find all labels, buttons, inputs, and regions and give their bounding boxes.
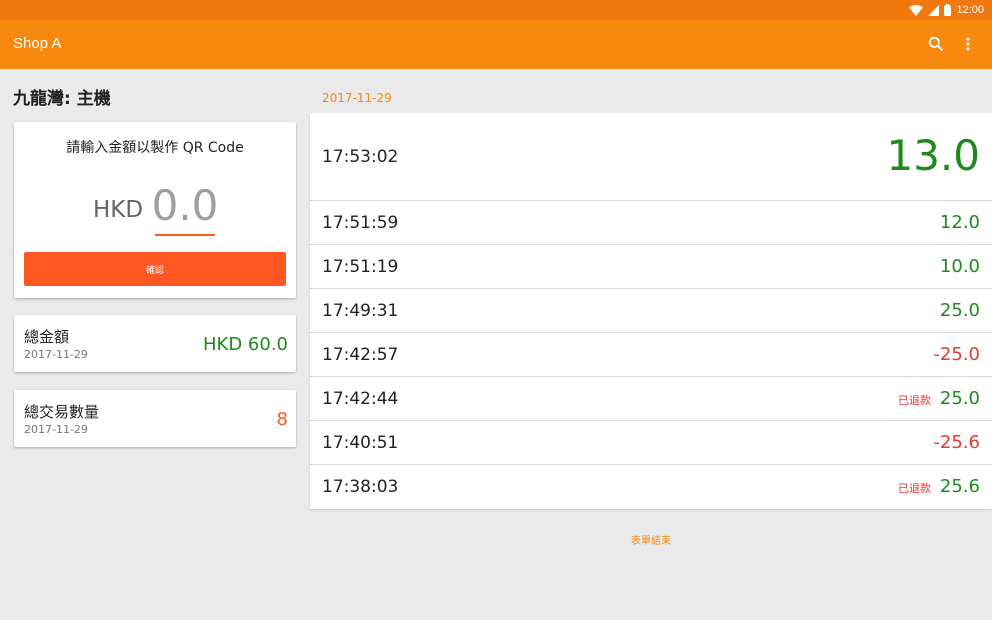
- search-icon[interactable]: [924, 32, 948, 56]
- app-bar: Shop A: [0, 20, 992, 69]
- transaction-amount: -25.0: [933, 344, 980, 365]
- transaction-time: 17:51:19: [322, 257, 399, 277]
- transaction-row[interactable]: 17:51:19 10.0: [310, 245, 992, 289]
- app-title: Shop A: [13, 35, 62, 52]
- status-time: 12:00: [956, 4, 984, 16]
- transaction-amount: 25.6: [939, 476, 980, 497]
- transaction-amount: 12.0: [939, 212, 980, 233]
- total-amount-card: 總金額 2017-11-29 HKD 60.0: [14, 315, 296, 372]
- transaction-amount: -25.6: [933, 432, 980, 453]
- total-amount-label: 總金額: [24, 328, 70, 346]
- transaction-row[interactable]: 17:38:03 已退款 25.6: [310, 465, 992, 509]
- transaction-time: 17:42:44: [322, 389, 399, 409]
- refunded-badge: 已退款: [898, 394, 931, 407]
- currency-label: HKD: [93, 197, 144, 223]
- list-date-header: 2017-11-29: [322, 91, 392, 105]
- total-amount-date: 2017-11-29: [24, 348, 88, 361]
- status-bar: 12:00: [0, 0, 992, 20]
- transaction-count-date: 2017-11-29: [24, 423, 88, 436]
- transaction-time: 17:49:31: [322, 301, 399, 321]
- transaction-time: 17:40:51: [322, 433, 399, 453]
- transaction-row[interactable]: 17:42:57 -25.0: [310, 333, 992, 377]
- signal-icon: [928, 4, 940, 16]
- transaction-amount: 13.0: [886, 131, 980, 180]
- transaction-list: 17:53:02 13.0 17:51:59 12.0 17:51:19 10.…: [310, 113, 992, 509]
- transaction-row[interactable]: 17:51:59 12.0: [310, 201, 992, 245]
- amount-input[interactable]: 0.0: [152, 181, 218, 236]
- confirm-button[interactable]: 確認: [24, 252, 286, 286]
- transaction-time: 17:51:59: [322, 213, 399, 233]
- more-vert-icon[interactable]: [956, 32, 980, 56]
- transaction-time: 17:53:02: [322, 147, 399, 167]
- transaction-amount: 25.0: [939, 388, 980, 409]
- transaction-row[interactable]: 17:40:51 -25.6: [310, 421, 992, 465]
- transaction-amount: 10.0: [939, 256, 980, 277]
- transaction-count-card: 總交易數量 2017-11-29 8: [14, 390, 296, 447]
- transaction-amount: 25.0: [939, 300, 980, 321]
- transaction-row[interactable]: 17:53:02 13.0: [310, 113, 992, 201]
- transaction-count-label: 總交易數量: [24, 403, 100, 421]
- qr-prompt-label: 請輸入金額以製作 QR Code: [66, 140, 244, 156]
- transaction-row[interactable]: 17:42:44 已退款 25.0: [310, 377, 992, 421]
- list-end-container: 表單結束: [0, 532, 992, 547]
- transaction-count-value: 8: [276, 409, 288, 430]
- transaction-row[interactable]: 17:49:31 25.0: [310, 289, 992, 333]
- wifi-icon: [909, 4, 924, 16]
- transaction-time: 17:38:03: [322, 477, 399, 497]
- total-amount-value: HKD 60.0: [203, 334, 288, 355]
- battery-icon: [944, 4, 952, 16]
- list-end-label: 表單結束: [631, 536, 671, 547]
- qr-amount-card: 請輸入金額以製作 QR Code HKD 0.0 確認: [14, 122, 296, 298]
- store-title: 九龍灣: 主機: [13, 89, 111, 109]
- refunded-badge: 已退款: [898, 482, 931, 495]
- transaction-time: 17:42:57: [322, 345, 399, 365]
